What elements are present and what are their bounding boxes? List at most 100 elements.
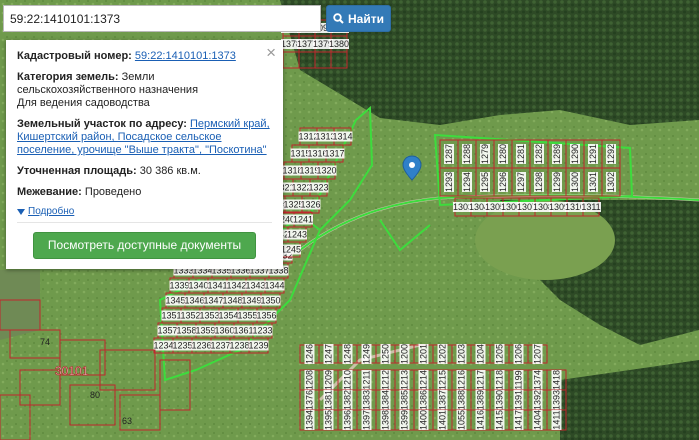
close-icon[interactable]: × (266, 44, 276, 62)
parcel-label: 1241 (293, 215, 313, 225)
area-label: Уточненная площадь: (17, 165, 137, 177)
parcel-label: 1376 (305, 390, 315, 410)
parcel-label: 1341 (207, 281, 227, 291)
parcel-label: 1282 (534, 144, 544, 164)
caret-down-icon (17, 208, 25, 215)
parcel-label: 1352 (180, 311, 200, 321)
parcel-label: 1215 (438, 370, 448, 390)
view-documents-button[interactable]: Посмотреть доступные документы (33, 232, 256, 259)
parcel-info-panel: × Кадастровый номер: 59:22:1410101:1373 … (6, 40, 283, 269)
parcel-label: 1234 (153, 341, 173, 351)
parcel-label: 1411 (552, 410, 562, 429)
parcel-label: 1203 (457, 344, 467, 364)
parcel-label: 1243 (287, 230, 307, 240)
parcel-label: 1339 (169, 281, 189, 291)
parcel-label: 1396 (343, 410, 353, 430)
parcel-label: 1351 (161, 311, 181, 321)
cadastral-row: Кадастровый номер: 59:22:1410101:1373 (17, 50, 271, 63)
parcel-label: 1354 (218, 311, 238, 321)
parcel-label: 1323 (308, 183, 328, 193)
parcel-label: 1348 (222, 296, 242, 306)
parcel-label: 1311 (581, 202, 600, 212)
parcel-label: 1346 (184, 296, 204, 306)
parcel-label: 1238 (229, 341, 249, 351)
parcel-label: 1214 (419, 370, 429, 390)
parcel-label: 1360 (214, 326, 234, 336)
search-button[interactable]: Найти (326, 5, 391, 32)
details-label: Подробно (28, 206, 75, 217)
cadastral-label: Кадастровый номер: (17, 50, 132, 62)
parcel-label: 1380 (329, 39, 349, 49)
parcel-label: 1200 (400, 344, 410, 364)
parcel-label: 1209 (324, 370, 334, 390)
boundary-value: Проведено (84, 186, 142, 198)
parcel-label: 1353 (199, 311, 219, 321)
details-toggle[interactable]: Подробно (17, 205, 271, 218)
search-bar (3, 5, 321, 32)
parcel-label: 1207 (533, 344, 543, 364)
parcel-label: 1247 (324, 344, 334, 364)
parcel-label: 1217 (476, 370, 486, 390)
block-number-label: 74 (40, 337, 50, 347)
parcel-label: 1317 (324, 149, 344, 159)
parcel-label: 1390 (495, 390, 505, 410)
parcel-label: 1417 (514, 410, 524, 430)
parcel-label: 1206 (514, 344, 524, 364)
parcel-label: 1374 (533, 370, 543, 390)
parcel-label: 1404 (533, 410, 543, 430)
parcel-label: 1236 (191, 341, 211, 351)
parcel-label: 1386 (419, 390, 429, 410)
parcel-label: 1340 (188, 281, 208, 291)
address-row: Земельный участок по адресу: Пермский кр… (17, 118, 271, 157)
parcel-label: 1399 (400, 410, 410, 430)
parcel-label: 1300 (570, 172, 580, 192)
parcel-label: 1291 (588, 144, 598, 164)
parcel-label: 1320 (316, 166, 336, 176)
parcel-label: 1359 (195, 326, 215, 336)
divider (17, 222, 272, 223)
parcel-label: 1289 (552, 144, 562, 164)
parcel-label: 1294 (462, 172, 472, 192)
parcel-label: 1245 (281, 245, 301, 255)
category-label: Категория земель: (17, 71, 119, 83)
parcel-label: 1326 (300, 200, 320, 210)
parcel-label: 1392 (533, 390, 543, 410)
parcel-label: 1248 (343, 344, 353, 364)
parcel-label: 1345 (165, 296, 185, 306)
parcel-label: 1246 (305, 344, 315, 364)
parcel-label: 1235 (172, 341, 192, 351)
parcel-label: 1055 (457, 410, 467, 430)
parcel-label: 1415 (495, 410, 505, 430)
parcel-label: 1202 (438, 344, 448, 364)
cadastral-search-input[interactable] (4, 6, 320, 31)
parcel-label: 1394 (305, 410, 315, 430)
cadastral-number-link[interactable]: 59:22:1410101:1373 (135, 50, 236, 62)
parcel-label: 1298 (534, 172, 544, 192)
use-value: Для ведения садоводства (17, 97, 150, 109)
parcel-label: 1233 (252, 326, 272, 336)
search-button-label: Найти (348, 11, 384, 26)
parcel-label: 1342 (226, 281, 246, 291)
parcel-label: 1211 (362, 370, 372, 389)
parcel-label: 1249 (362, 344, 372, 364)
parcel-label: 1385 (400, 390, 410, 410)
parcel-label: 1358 (176, 326, 196, 336)
parcel-label: 1395 (324, 410, 334, 430)
parcel-label: 1381 (324, 390, 334, 410)
boundary-row: Межевание: Проведено (17, 186, 271, 199)
parcel-label: 1357 (157, 326, 177, 336)
parcel-label: 1349 (241, 296, 261, 306)
parcel-label: 1350 (260, 296, 280, 306)
area-value: 30 386 кв.м. (139, 165, 201, 177)
address-label: Земельный участок по адресу: (17, 118, 187, 130)
parcel-label: 1299 (552, 172, 562, 192)
block-label: 30101 (55, 364, 89, 378)
parcel-label: 1288 (462, 144, 472, 164)
parcel-label: 1382 (343, 390, 353, 410)
parcel-label: 1280 (498, 144, 508, 164)
parcel-label: 1205 (495, 344, 505, 364)
parcel-label: 1388 (457, 390, 467, 410)
parcel-label: 1295 (480, 172, 490, 192)
block-number-label: 80 (90, 390, 100, 400)
parcel-label: 1297 (516, 172, 526, 192)
